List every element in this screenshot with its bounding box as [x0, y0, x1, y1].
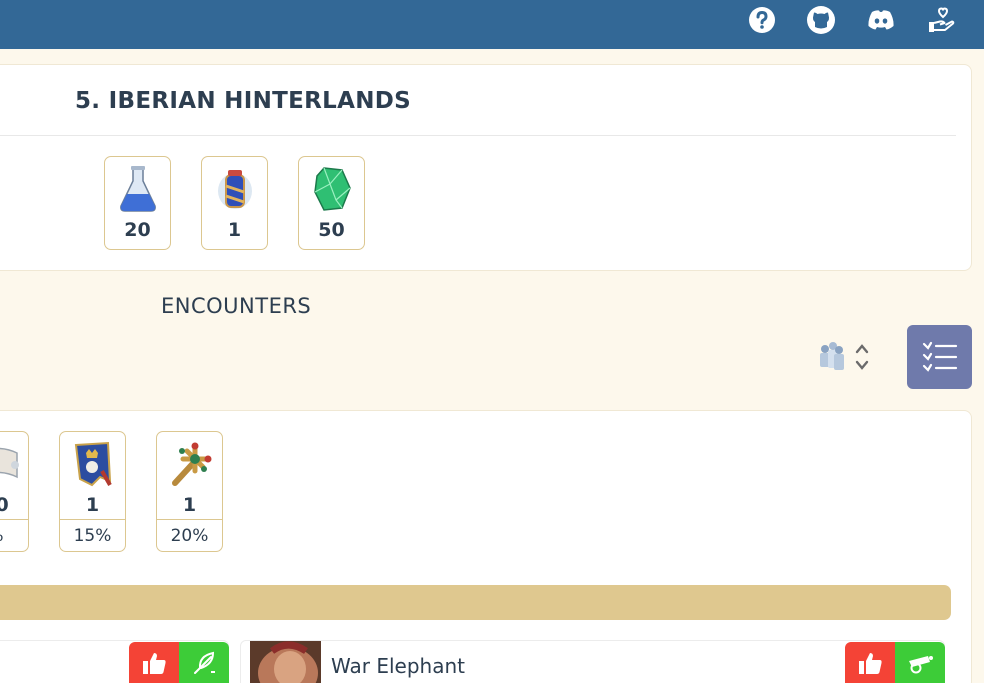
github-icon[interactable] [806, 5, 836, 35]
help-icon[interactable] [747, 5, 777, 35]
feather-icon [194, 651, 215, 674]
drop-chance: 20% [157, 519, 222, 551]
drop-item[interactable]: 1 15% [59, 431, 126, 552]
unit-type-button[interactable] [895, 642, 945, 683]
discord-icon[interactable] [866, 5, 896, 35]
encounter-name: War Elephant [331, 654, 465, 678]
drop-quantity: 1 [85, 494, 100, 516]
jeweled-cross-icon [157, 436, 222, 492]
reward-quantity: 20 [124, 219, 151, 241]
drop-item[interactable]: 1 20% [156, 431, 223, 552]
thumbs-up-icon [859, 653, 882, 674]
top-navigation-bar [0, 0, 984, 49]
region-reward-item[interactable]: 20 [104, 156, 171, 250]
unit-type-button[interactable] [179, 642, 229, 683]
units-icon [820, 342, 844, 370]
war-elephant-portrait [250, 641, 321, 683]
royal-banner-icon [60, 436, 125, 492]
thumbs-up-icon [143, 653, 166, 674]
drop-chance: % [0, 519, 28, 551]
drop-quantity: 1 [182, 494, 197, 516]
encounters-title: ENCOUNTERS [161, 294, 312, 318]
reward-quantity: 50 [318, 219, 345, 241]
drop-chance: 15% [60, 519, 125, 551]
donate-icon[interactable] [926, 5, 956, 35]
blue-potion-icon [105, 161, 170, 217]
encounter-progress-bar [0, 585, 951, 620]
drop-quantity: 00 [0, 494, 9, 516]
cannon-icon [909, 656, 933, 674]
list-icon [922, 341, 957, 372]
region-reward-item[interactable]: 1 [201, 156, 268, 250]
lucky-ward-icon [202, 161, 267, 217]
green-gem-icon [299, 161, 364, 217]
upvote-button[interactable] [129, 642, 179, 683]
scroll-icon [0, 436, 28, 492]
region-title: 5. IBERIAN HINTERLANDS [75, 88, 412, 114]
region-reward-item[interactable]: 50 [298, 156, 365, 250]
upvote-button[interactable] [845, 642, 895, 683]
list-view-button[interactable] [907, 325, 972, 389]
region-divider [0, 135, 956, 136]
drop-item[interactable]: 00 % [0, 431, 29, 552]
reward-quantity: 1 [227, 219, 242, 241]
sort-control[interactable] [817, 341, 875, 375]
